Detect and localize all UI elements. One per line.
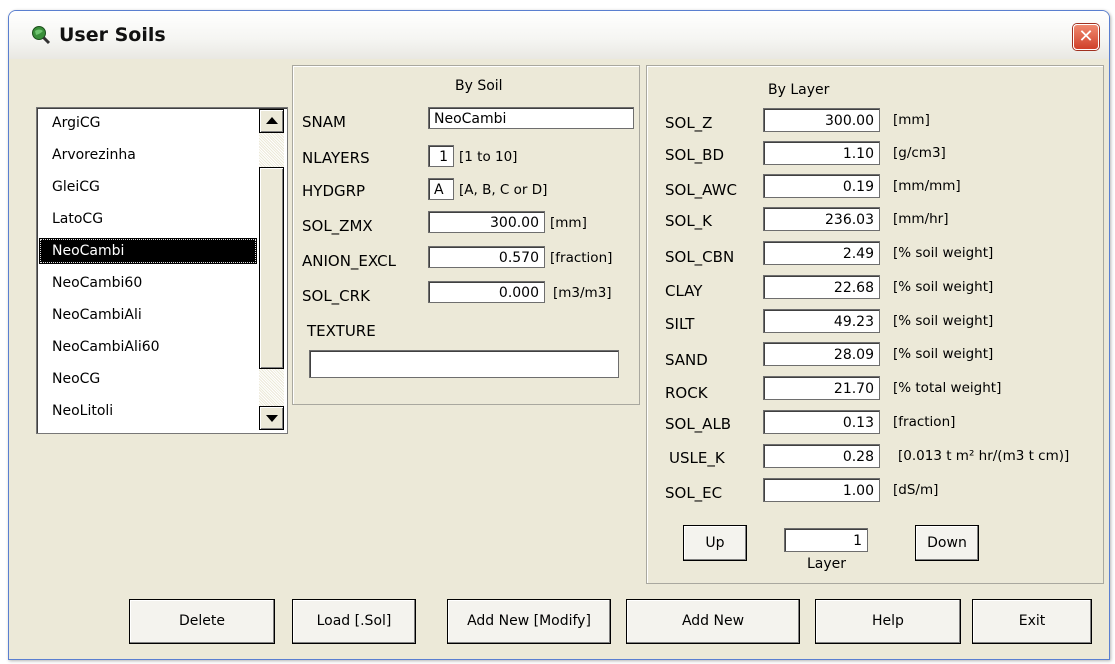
load-sol-button[interactable]: Load [.Sol]: [292, 599, 416, 644]
hydgrp-label: HYDGRP: [302, 182, 366, 200]
snam-field[interactable]: NeoCambi: [428, 107, 634, 129]
anion-excl-field[interactable]: 0.570: [428, 246, 545, 268]
by-layer-panel: By Layer SOL_Z 300.00 [mm] SOL_BD 1.10 [g/cm3…: [646, 65, 1104, 584]
list-scrollbar[interactable]: [259, 109, 284, 430]
usle-k-unit: [0.013 t m² hr/(m3 t cm)]: [898, 448, 1070, 464]
texture-field[interactable]: [309, 350, 619, 378]
clay-label: CLAY: [665, 282, 703, 300]
nlayers-unit: [1 to 10]: [459, 149, 518, 165]
nlayers-label: NLAYERS: [302, 149, 370, 167]
usle-k-label: USLE_K: [669, 449, 725, 467]
sol-bd-label: SOL_BD: [665, 146, 725, 164]
globe-magnifier-icon: [32, 26, 51, 45]
soil-listbox[interactable]: ArgiCG Arvorezinha GleiCG LatoCG NeoCambi Neo…: [36, 107, 288, 434]
soil-list-item[interactable]: NeoCambiAli60: [39, 334, 257, 360]
sol-ec-label: SOL_EC: [665, 484, 723, 502]
hydgrp-unit: [A, B, C or D]: [459, 182, 548, 198]
layer-field[interactable]: 1: [784, 528, 868, 552]
soil-list-item[interactable]: NeoCambi: [39, 238, 257, 264]
user-soils-window: User Soils ✕ ArgiCG Arvorezinha GleiCG Lato…: [8, 10, 1110, 660]
soil-list-item[interactable]: NeoCambi60: [39, 270, 257, 296]
anion-excl-unit: [fraction]: [550, 250, 613, 266]
exit-button[interactable]: Exit: [972, 599, 1092, 644]
sol-alb-label: SOL_ALB: [665, 415, 732, 433]
sol-ec-field[interactable]: 1.00: [763, 478, 880, 502]
up-button[interactable]: Up: [683, 525, 747, 561]
sol-cbn-label: SOL_CBN: [665, 248, 735, 266]
sol-bd-unit: [g/cm3]: [893, 145, 946, 161]
sol-k-field[interactable]: 236.03: [763, 207, 880, 231]
sol-alb-field[interactable]: 0.13: [763, 410, 880, 434]
soil-list-item[interactable]: NeoCG: [39, 366, 257, 392]
help-button[interactable]: Help: [815, 599, 961, 644]
clay-unit: [% soil weight]: [893, 279, 994, 295]
delete-button[interactable]: Delete: [129, 599, 275, 644]
rock-field[interactable]: 21.70: [763, 376, 880, 400]
scroll-down-button[interactable]: [259, 406, 284, 430]
client-area: ArgiCG Arvorezinha GleiCG LatoCG NeoCambi Neo…: [9, 59, 1109, 659]
title-bar[interactable]: User Soils ✕: [9, 11, 1109, 60]
anion-excl-label: ANION_EXCL: [302, 252, 396, 270]
add-new-modify-button[interactable]: Add New [Modify]: [447, 599, 611, 644]
rock-unit: [% total weight]: [893, 380, 1002, 396]
silt-label: SILT: [665, 315, 695, 333]
sol-awc-unit: [mm/mm]: [893, 178, 961, 194]
sol-awc-field[interactable]: 0.19: [763, 174, 880, 198]
sol-crk-label: SOL_CRK: [302, 287, 370, 305]
sol-awc-label: SOL_AWC: [665, 181, 737, 199]
sol-k-unit: [mm/hr]: [893, 211, 949, 227]
sol-ec-unit: [dS/m]: [893, 482, 939, 498]
sol-crk-unit: [m3/m3]: [553, 285, 612, 301]
arrow-up-icon: [266, 117, 278, 124]
soil-list-item[interactable]: NeoLitoli: [39, 398, 257, 424]
layer-label: Layer: [807, 556, 847, 572]
sol-crk-field[interactable]: 0.000: [428, 281, 545, 303]
sol-k-label: SOL_K: [665, 212, 713, 230]
by-soil-panel: By Soil SNAM NeoCambi NLAYERS 1 [1 to 10…: [292, 65, 640, 405]
texture-label: TEXTURE: [307, 322, 376, 340]
sol-cbn-unit: [% soil weight]: [893, 245, 994, 261]
sol-z-label: SOL_Z: [665, 114, 713, 132]
scroll-up-button[interactable]: [259, 109, 284, 133]
close-button[interactable]: ✕: [1073, 24, 1099, 50]
soil-list-item[interactable]: ArgiCG: [39, 110, 257, 136]
hydgrp-field[interactable]: A: [428, 178, 454, 200]
sand-unit: [% soil weight]: [893, 346, 994, 362]
sol-zmx-label: SOL_ZMX: [302, 217, 373, 235]
sol-z-unit: [mm]: [893, 112, 930, 128]
usle-k-field[interactable]: 0.28: [763, 444, 880, 468]
window-title: User Soils: [59, 24, 166, 46]
down-button[interactable]: Down: [915, 525, 979, 561]
by-layer-header: By Layer: [768, 82, 830, 98]
nlayers-field[interactable]: 1: [428, 145, 454, 167]
sol-zmx-unit: [mm]: [550, 215, 587, 231]
sand-label: SAND: [665, 351, 708, 369]
soil-list-item[interactable]: GleiCG: [39, 174, 257, 200]
sol-z-field[interactable]: 300.00: [763, 108, 880, 132]
scroll-thumb[interactable]: [259, 167, 284, 369]
sol-bd-field[interactable]: 1.10: [763, 141, 880, 165]
soil-list-item[interactable]: Arvorezinha: [39, 142, 257, 168]
sol-alb-unit: [fraction]: [893, 414, 956, 430]
add-new-button[interactable]: Add New: [626, 599, 800, 644]
sol-zmx-field[interactable]: 300.00: [428, 211, 545, 233]
snam-label: SNAM: [302, 113, 346, 131]
by-soil-header: By Soil: [455, 78, 503, 94]
soil-list-item[interactable]: LatoCG: [39, 206, 257, 232]
arrow-down-icon: [266, 415, 278, 422]
silt-unit: [% soil weight]: [893, 313, 994, 329]
silt-field[interactable]: 49.23: [763, 309, 880, 333]
clay-field[interactable]: 22.68: [763, 275, 880, 299]
sand-field[interactable]: 28.09: [763, 342, 880, 366]
soil-list-item[interactable]: NeoCambiAli: [39, 302, 257, 328]
rock-label: ROCK: [665, 384, 708, 402]
sol-cbn-field[interactable]: 2.49: [763, 241, 880, 265]
